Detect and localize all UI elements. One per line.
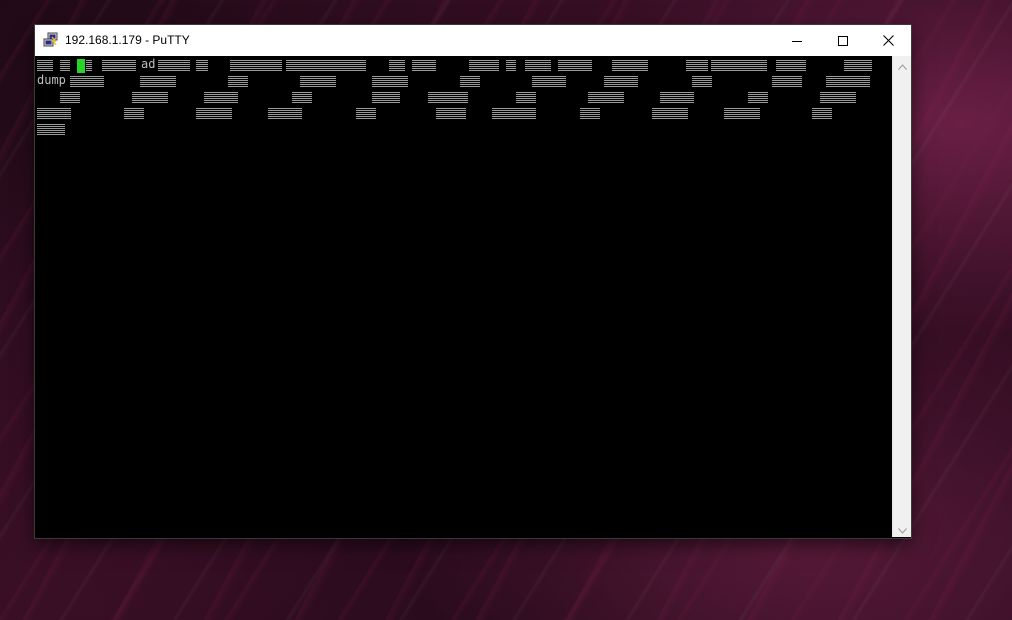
terminal-screen[interactable]: ad dump xyxy=(36,56,892,537)
maximize-icon xyxy=(838,35,848,46)
chevron-up-icon xyxy=(897,55,907,74)
garbled-output xyxy=(532,76,566,88)
garbled-output xyxy=(228,76,248,88)
garbled-output xyxy=(372,76,408,88)
garbled-output xyxy=(428,92,468,104)
garbled-output xyxy=(292,92,312,104)
putty-window[interactable]: 192.168.1.179 - PuTTY ad dump xyxy=(35,25,911,538)
garbled-output xyxy=(70,76,104,88)
garbled-output xyxy=(102,60,136,72)
terminal-text-line2: dump xyxy=(37,73,66,87)
garbled-output xyxy=(204,92,238,104)
garbled-output xyxy=(525,60,551,72)
garbled-output xyxy=(826,76,870,88)
garbled-output xyxy=(124,108,144,120)
garbled-output xyxy=(389,60,405,72)
garbled-output xyxy=(37,124,65,136)
garbled-output xyxy=(196,60,208,72)
garbled-output xyxy=(132,92,168,104)
garbled-output xyxy=(558,60,592,72)
garbled-output xyxy=(724,108,760,120)
garbled-output xyxy=(812,108,832,120)
close-icon xyxy=(882,35,894,46)
garbled-output xyxy=(60,60,70,72)
garbled-output xyxy=(60,92,80,104)
garbled-output xyxy=(820,92,856,104)
scroll-up-button[interactable] xyxy=(893,56,911,73)
garbled-output xyxy=(356,108,376,120)
garbled-output xyxy=(612,60,648,72)
garbled-output xyxy=(844,60,872,72)
vertical-scrollbar[interactable] xyxy=(892,56,911,537)
garbled-output xyxy=(604,76,638,88)
garbled-output xyxy=(372,92,400,104)
garbled-output xyxy=(37,60,53,72)
garbled-output xyxy=(776,60,806,72)
garbled-output xyxy=(196,108,232,120)
garbled-output xyxy=(460,76,480,88)
garbled-output xyxy=(686,60,708,72)
garbled-output xyxy=(711,60,767,72)
terminal-text-line1: ad xyxy=(141,57,156,71)
garbled-output xyxy=(516,92,536,104)
garbled-output xyxy=(588,92,624,104)
garbled-output xyxy=(412,60,436,72)
garbled-output xyxy=(660,92,694,104)
garbled-output xyxy=(469,60,499,72)
garbled-output xyxy=(37,108,71,120)
garbled-output xyxy=(652,108,688,120)
minimize-button[interactable] xyxy=(774,25,820,56)
garbled-output xyxy=(230,60,282,72)
garbled-output xyxy=(86,60,92,72)
minimize-icon xyxy=(792,36,802,46)
garbled-output xyxy=(692,76,712,88)
scroll-down-button[interactable] xyxy=(893,520,911,537)
garbled-output xyxy=(268,108,302,120)
maximize-button[interactable] xyxy=(820,25,866,56)
garbled-output xyxy=(772,76,802,88)
garbled-output xyxy=(492,108,536,120)
garbled-output xyxy=(300,76,336,88)
garbled-output xyxy=(286,60,366,72)
title-bar[interactable]: 192.168.1.179 - PuTTY xyxy=(35,25,911,56)
close-button[interactable] xyxy=(865,25,911,56)
garbled-output xyxy=(580,108,600,120)
garbled-output xyxy=(506,60,516,72)
garbled-output xyxy=(748,92,768,104)
garbled-output xyxy=(140,76,176,88)
garbled-output xyxy=(436,108,466,120)
putty-icon[interactable] xyxy=(43,32,59,48)
garbled-output xyxy=(158,60,190,72)
chevron-down-icon xyxy=(897,519,907,538)
terminal-cursor xyxy=(77,59,85,73)
window-title: 192.168.1.179 - PuTTY xyxy=(65,33,190,47)
